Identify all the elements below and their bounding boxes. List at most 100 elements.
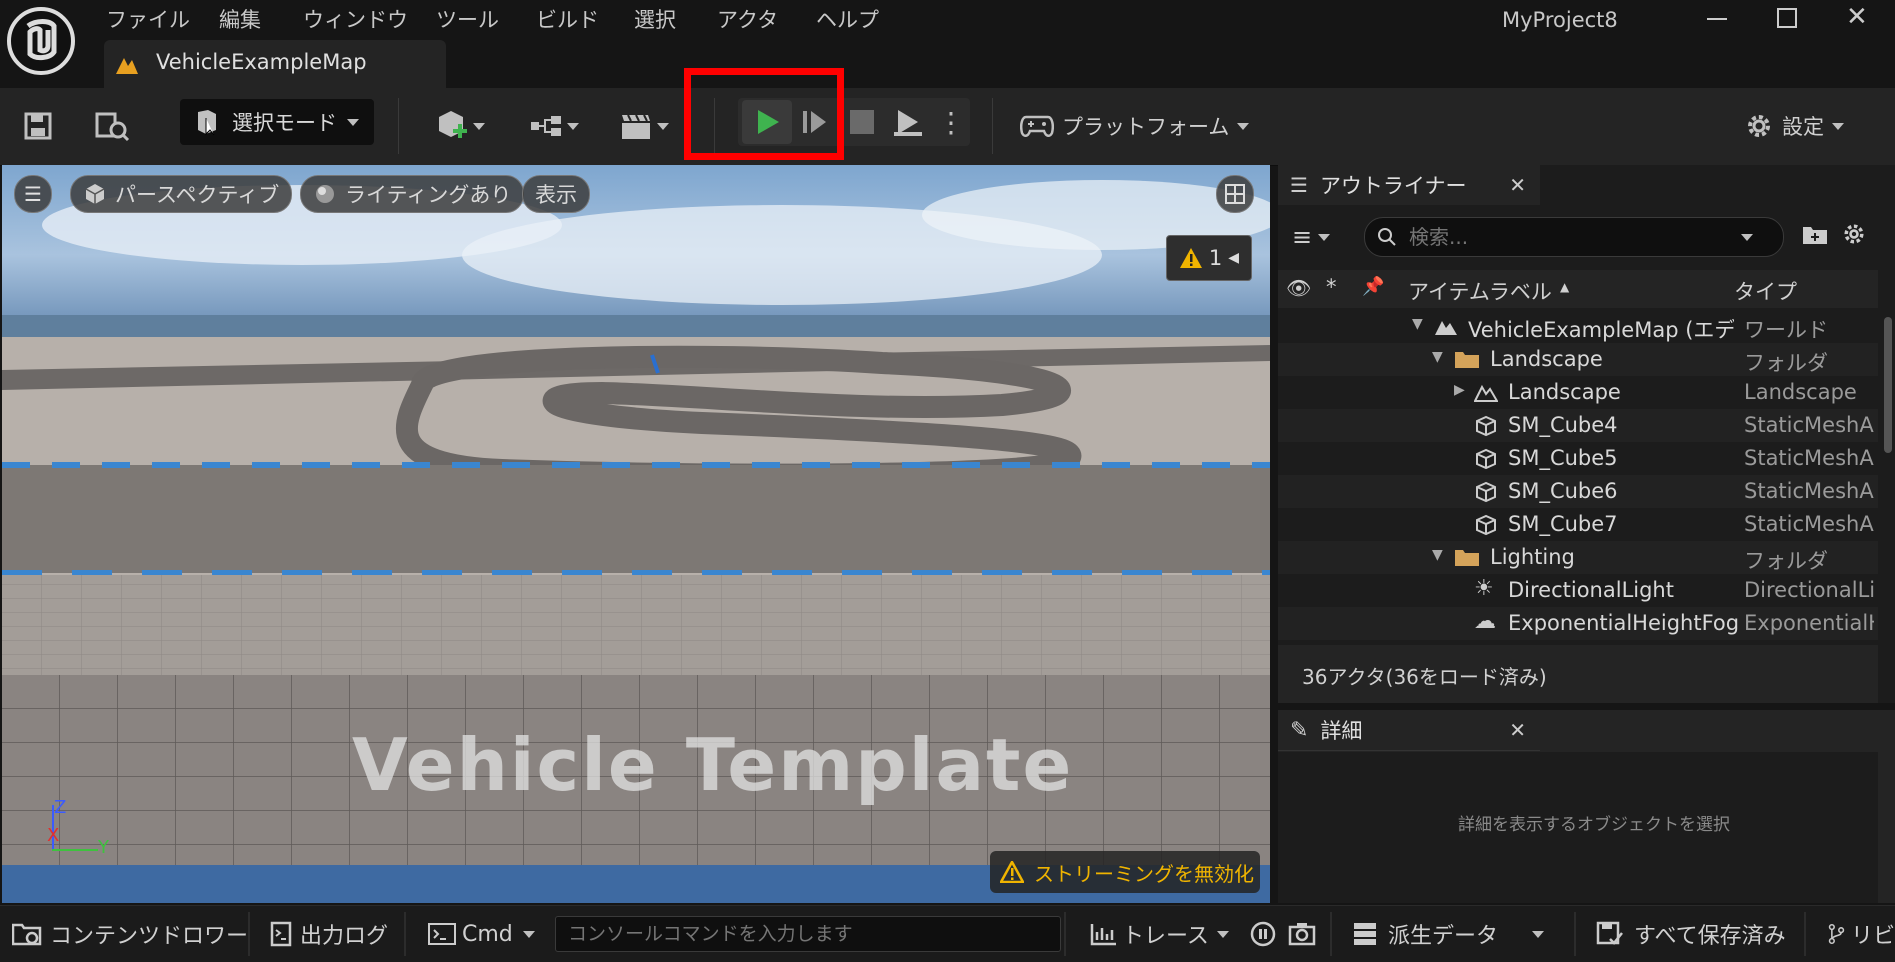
expand-arrow-icon[interactable]: ▼ [1432,349,1443,365]
sort-ascending-icon: ▲ [1560,280,1570,294]
cmd-label: Cmd [462,921,513,947]
warning-icon [1179,248,1202,268]
details-tab-title: 詳細 [1320,719,1363,743]
expand-arrow-icon[interactable]: ▼ [1432,547,1443,563]
add-actor-icon[interactable] [430,106,490,146]
menu-tools[interactable]: ツール [436,4,499,34]
derived-data-dropdown[interactable]: 派生データ [1352,906,1545,962]
details-panel: ✎ 詳細 ✕ 詳細を表示するオブジェクトを選択 [1278,710,1895,903]
screenshot-icon[interactable] [1288,906,1316,962]
table-row[interactable]: ▼ Landscape フォルダ [1278,343,1878,376]
close-tab-icon[interactable]: ✕ [1509,173,1526,197]
table-row[interactable]: ▼ VehicleExampleMap (エディタ) ワールド [1278,310,1878,343]
trace-dropdown[interactable]: トレース [1090,906,1229,962]
table-row[interactable]: ☀ DirectionalLight DirectionalLight [1278,574,1878,607]
expand-arrow-icon[interactable]: ▶ [1454,382,1465,398]
settings-dropdown[interactable]: 設定 [1744,106,1844,146]
item-label-header[interactable]: アイテムラベル [1408,276,1552,306]
table-row[interactable]: ▼ Lighting フォルダ [1278,541,1878,574]
terminal-icon [428,923,456,945]
folder-icon [1455,352,1479,368]
revision-control-button[interactable]: リビ [1828,906,1895,962]
output-log-button[interactable]: 出力ログ [270,906,388,962]
level-tab[interactable]: VehicleExampleMap [104,40,446,88]
menu-help[interactable]: ヘルプ [816,4,879,34]
minimize-icon[interactable] [1707,18,1727,20]
search-box[interactable] [1364,217,1784,257]
filter-button[interactable]: ≡ [1292,223,1331,251]
mode-dropdown[interactable]: 選択モード [180,99,374,145]
warning-icon [1000,861,1024,883]
details-tab[interactable]: ✎ 詳細 ✕ [1278,710,1540,751]
content-drawer-button[interactable]: コンテンツドロワー [12,906,248,962]
stop-icon[interactable] [842,100,882,144]
menu-edit[interactable]: 編集 [219,4,261,34]
details-empty-text: 詳細を表示するオブジェクトを選択 [1458,815,1730,835]
trace-label: トレース [1122,924,1209,949]
close-icon[interactable]: ✕ [1846,2,1868,32]
star-column-icon[interactable]: * [1326,275,1337,299]
outliner-tab[interactable]: ☰ アウトライナー ✕ [1278,165,1540,205]
save-icon[interactable] [18,106,58,146]
project-title: MyProject8 [1502,8,1618,32]
landscape-icon [1474,384,1498,402]
viewport-options-button[interactable]: ☰ [14,175,52,213]
outliner-tab-title: アウトライナー [1319,174,1467,198]
expand-arrow-icon[interactable]: ▼ [1412,316,1423,332]
table-row[interactable]: SM_Cube5 StaticMeshActor [1278,442,1878,475]
perspective-button[interactable]: パースペクティブ [70,175,293,213]
visibility-eye-icon[interactable]: 👁 [1286,276,1311,300]
pin-column-icon[interactable]: 📌 [1362,276,1384,297]
axis-z-label: Z [54,797,67,818]
revision-control-label: リビ [1850,924,1895,949]
menu-select[interactable]: 選択 [634,4,676,34]
outliner-settings-icon[interactable] [1841,221,1869,249]
streaming-warning-button[interactable]: ストリーミングを無効化 [990,851,1260,893]
details-body: 詳細を表示するオブジェクトを選択 [1278,752,1878,903]
main-toolbar: 選択モード ⋮ プラットフォーム 設定 [0,68,1895,166]
table-row[interactable]: SM_Cube6 StaticMeshActor [1278,475,1878,508]
viewport-layout-button[interactable] [1216,175,1254,213]
cube-icon [85,184,105,204]
level-viewport[interactable]: ☰ パースペクティブ ライティングあり 表示 1 ◀ Vehicle Templ… [2,165,1270,903]
search-input[interactable] [1407,224,1741,250]
blueprint-icon[interactable] [524,106,584,146]
menu-build[interactable]: ビルド [536,4,599,34]
lighting-button[interactable]: ライティングあり [300,175,525,213]
save-all-button[interactable]: すべて保存済み [1596,906,1786,962]
cmd-dropdown[interactable]: Cmd [428,906,535,962]
mode-label: 選択モード [232,111,337,135]
play-options-icon[interactable]: ⋮ [936,100,966,144]
derived-data-icon [1354,923,1376,945]
table-row[interactable]: ▶ Landscape Landscape [1278,376,1878,409]
eject-icon[interactable] [888,100,928,144]
outliner-scrollbar[interactable] [1884,317,1892,453]
menu-window[interactable]: ウィンドウ [303,4,408,34]
close-tab-icon[interactable]: ✕ [1509,718,1526,742]
table-row[interactable]: ☁ ExponentialHeightFog ExponentialHeight… [1278,607,1878,640]
show-label: 表示 [535,183,577,207]
type-header[interactable]: タイプ [1734,276,1797,306]
cube-icon [1476,481,1496,503]
table-row[interactable]: SM_Cube7 StaticMeshActor [1278,508,1878,541]
maximize-icon[interactable] [1777,8,1797,28]
cube-icon [1476,448,1496,470]
gear-icon [1748,115,1770,137]
add-folder-icon[interactable] [1802,223,1830,247]
platforms-label: プラットフォーム [1062,115,1230,139]
menu-file[interactable]: ファイル [106,4,190,34]
show-button[interactable]: 表示 [522,175,590,213]
unreal-logo-icon[interactable] [6,6,76,76]
console-command-input[interactable] [555,916,1061,952]
cinematics-icon[interactable] [614,106,674,146]
warning-badge[interactable]: 1 ◀ [1166,235,1252,281]
menu-actor[interactable]: アクタ [717,4,778,34]
settings-label: 設定 [1782,115,1824,139]
browse-level-icon[interactable] [90,106,134,146]
content-drawer-label: コンテンツドロワー [50,924,249,949]
record-trace-icon[interactable] [1250,906,1276,962]
platforms-dropdown[interactable]: プラットフォーム [1020,106,1250,146]
table-row[interactable]: SM_Cube4 StaticMeshActor [1278,409,1878,442]
axis-gizmo: Z X Y [42,797,122,871]
search-history-chevron[interactable] [1741,233,1753,241]
